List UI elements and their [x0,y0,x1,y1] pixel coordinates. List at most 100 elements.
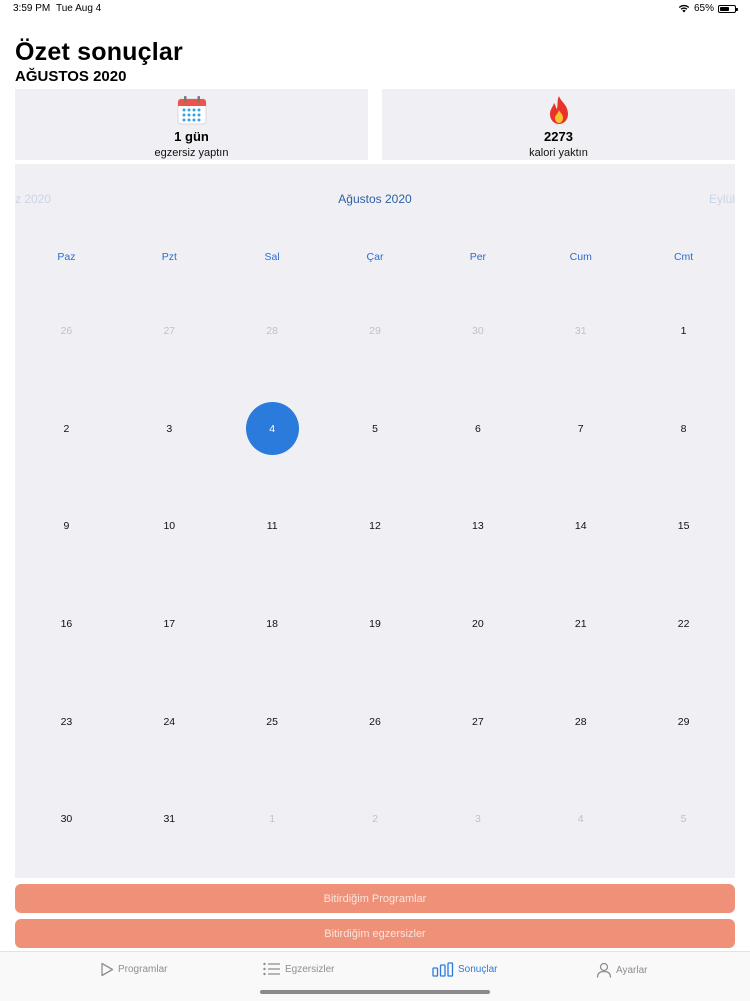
calendar-day-number: 28 [574,715,587,728]
calendar-weekdays: Paz Pzt Sal Çar Per Cum Cmt [15,251,735,263]
tab-settings[interactable]: Ayarlar [596,962,648,978]
calendar-week: 2 3 4 5 6 7 8 [15,380,735,478]
calendar-day[interactable]: 31 [118,770,221,868]
calendar-day[interactable]: 8 [632,380,735,478]
calendar-day-number: 23 [60,715,73,728]
home-indicator [260,990,490,994]
calendar-day-number: 30 [472,324,484,337]
calendar-day[interactable]: 14 [529,477,632,575]
page-subtitle: AĞUSTOS 2020 [15,68,127,85]
calendar-day[interactable]: 6 [426,380,529,478]
calendar-day[interactable]: 1 [632,282,735,380]
calendar-day-number: 28 [266,324,278,337]
calendar-day[interactable]: 26 [15,282,118,380]
calendar-day[interactable]: 21 [529,575,632,673]
calendar-next-month[interactable]: Eylül [709,192,735,206]
calendar-day[interactable]: 24 [118,673,221,771]
calendar-day-number: 27 [472,715,484,728]
days-exercised-value: 1 gün [174,129,209,144]
calendar-day-number: 12 [369,520,381,533]
calendar-day-number: 10 [163,520,176,533]
calendar-week: 30 31 1 2 3 4 5 [15,770,735,868]
calendar-day[interactable]: 20 [426,575,529,673]
calendar-header: Ağustos 2020 z 2020 Eylül [15,192,735,210]
calendar-day[interactable]: 25 [221,673,324,771]
calendar-day-number: 29 [369,324,381,337]
calendar-day[interactable]: 27 [426,673,529,771]
calendar-day-number: 31 [163,813,176,826]
calendar-day-number: 15 [677,520,690,533]
calendar-day[interactable]: 3 [118,380,221,478]
calendar-day[interactable]: 11 [221,477,324,575]
battery-percent: 65% [693,3,714,14]
calendar-day[interactable]: 1 [221,770,324,868]
calendar-day[interactable]: 4 [529,770,632,868]
calendar-day-number: 20 [472,617,484,630]
tab-exercises[interactable]: Egzersizler [263,962,334,976]
calendar-week: 23 24 25 26 27 28 29 [15,673,735,771]
person-icon [596,962,612,978]
battery-icon [718,4,738,13]
weekday-label: Per [469,251,487,263]
calendar-day[interactable]: 30 [426,282,529,380]
calendar-day-number: 9 [63,520,70,533]
calendar-day-selected[interactable]: 4 [221,380,324,478]
tab-results-label: Sonuçlar [458,964,498,975]
calendar-day[interactable]: 16 [15,575,118,673]
tab-settings-label: Ayarlar [616,964,648,976]
calendar-day-number: 3 [166,422,173,435]
calendar-day[interactable]: 29 [324,282,427,380]
weekday-label: Sal [264,251,280,263]
tab-results[interactable]: Sonuçlar [432,962,497,977]
weekday-label: Cmt [673,251,694,263]
calendar-day-number: 29 [677,715,690,728]
calendar-day[interactable]: 10 [118,477,221,575]
calendar-day-number: 4 [245,402,299,456]
calendar-day[interactable]: 31 [529,282,632,380]
calendar-day-number: 5 [680,813,687,826]
calendar-day[interactable]: 27 [118,282,221,380]
calendar-prev-month[interactable]: z 2020 [15,192,51,206]
calendar-day[interactable]: 12 [324,477,427,575]
calendar-day[interactable]: 26 [324,673,427,771]
calendar-day-number: 6 [474,422,481,435]
calendar-day[interactable]: 19 [324,575,427,673]
completed-exercises-button[interactable]: Bitirdiğim egzersizler [15,919,735,948]
calendar[interactable]: Ağustos 2020 z 2020 Eylül Paz Pzt Sal Çar Pe… [15,164,735,878]
calendar-day[interactable]: 13 [426,477,529,575]
calories-label: kalori yaktın [529,147,588,159]
calendar-day-number: 4 [577,813,584,826]
calendar-day[interactable]: 28 [221,282,324,380]
calendar-day[interactable]: 2 [324,770,427,868]
calendar-day[interactable]: 18 [221,575,324,673]
play-icon [101,962,114,977]
calendar-day-number: 26 [60,324,73,337]
calendar-day[interactable]: 3 [426,770,529,868]
completed-programs-button[interactable]: Bitirdiğim Programlar [15,884,735,913]
list-icon [263,962,280,976]
calendar-day[interactable]: 5 [632,770,735,868]
status-time: 3:59 PM [13,3,51,14]
calendar-day-number: 3 [474,813,481,826]
calendar-day[interactable]: 9 [15,477,118,575]
calendar-day-number: 1 [680,324,687,337]
wifi-icon [678,4,690,13]
calendar-day-number: 30 [60,813,73,826]
calendar-day[interactable]: 28 [529,673,632,771]
calendar-current-month: Ağustos 2020 [338,192,412,206]
calendar-day-number: 24 [163,715,176,728]
calendar-day[interactable]: 7 [529,380,632,478]
calendar-day[interactable]: 22 [632,575,735,673]
calendar-day[interactable]: 29 [632,673,735,771]
calendar-day-number: 26 [369,715,381,728]
calendar-day[interactable]: 2 [15,380,118,478]
calendar-day[interactable]: 5 [324,380,427,478]
tab-programs[interactable]: Programlar [100,962,167,977]
calendar-day[interactable]: 30 [15,770,118,868]
calendar-day[interactable]: 17 [118,575,221,673]
calendar-week: 26 27 28 29 30 31 1 [15,282,735,380]
calendar-day[interactable]: 15 [632,477,735,575]
calendar-day-number: 16 [60,617,73,630]
calendar-day-number: 2 [372,813,378,826]
calendar-day[interactable]: 23 [15,673,118,771]
